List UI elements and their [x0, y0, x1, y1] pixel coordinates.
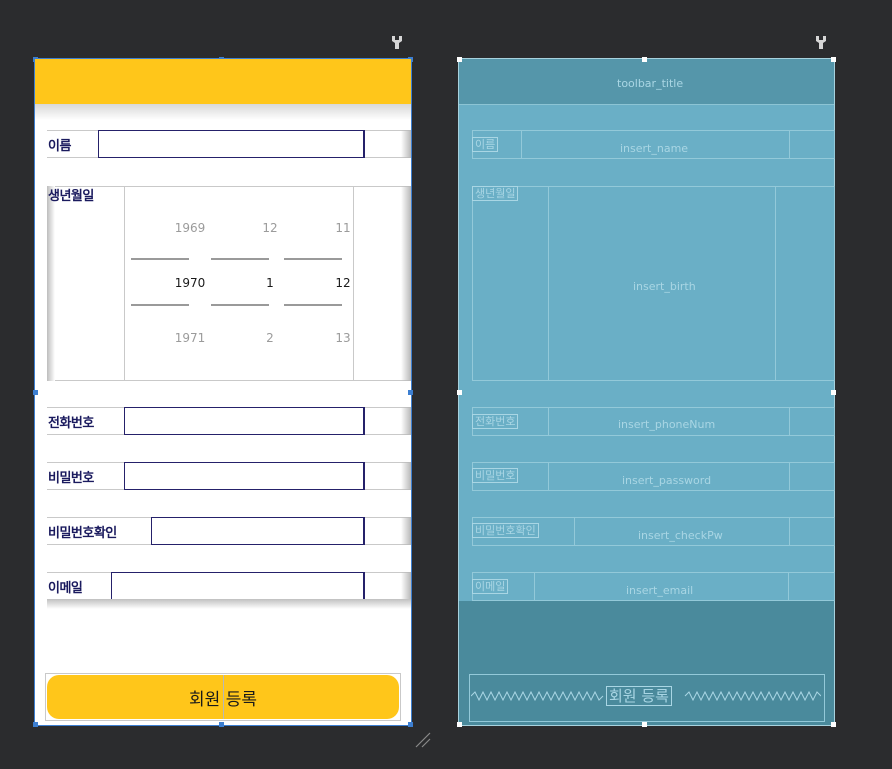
bp-register-label: 회원 등록 [606, 686, 672, 706]
register-button-label: 회원 등록 [189, 689, 257, 710]
month-spinner[interactable]: 12 1 2 [210, 186, 278, 381]
day-current: 12 [335, 276, 351, 290]
design-preview[interactable]: 이름 생년월일 1969 1970 1971 12 1 2 11 12 13 전… [33, 57, 413, 727]
day-spinner[interactable]: 11 12 13 [283, 186, 351, 381]
bp-birth-id: insert_birth [633, 280, 696, 293]
name-row: 이름 [47, 130, 411, 158]
day-prev: 11 [335, 221, 351, 235]
email-row: 이메일 [47, 572, 411, 600]
check-password-input[interactable] [151, 517, 365, 545]
password-label: 비밀번호 [48, 471, 94, 486]
check-password-label: 비밀번호확인 [48, 526, 117, 541]
blueprint-toolbar: toolbar_title [459, 59, 834, 105]
bp-password-label: 비밀번호 [472, 468, 519, 483]
year-spinner[interactable]: 1969 1970 1971 [130, 186, 205, 381]
email-label: 이메일 [48, 581, 83, 596]
resize-handle-icon[interactable] [414, 731, 432, 749]
phone-row: 전화번호 [47, 407, 411, 435]
bp-phone-label: 전화번호 [472, 414, 519, 429]
bp-name-label: 이름 [472, 137, 499, 152]
selection-handle[interactable] [831, 57, 836, 62]
selection-handle[interactable] [408, 722, 413, 727]
bp-check-password-label: 비밀번호확인 [472, 523, 539, 538]
name-input[interactable] [98, 130, 365, 158]
phone-label: 전화번호 [48, 416, 94, 431]
bp-password-id: insert_password [622, 474, 712, 487]
pin-icon[interactable] [391, 35, 403, 49]
bp-email-id: insert_email [626, 584, 694, 597]
selection-handle[interactable] [457, 722, 462, 727]
selection-handle[interactable] [831, 390, 836, 395]
selection-handle[interactable] [457, 57, 462, 62]
selection-handle[interactable] [408, 390, 413, 395]
register-button-frame: 회원 등록 [45, 673, 401, 721]
blueprint-preview[interactable]: toolbar_title 이름 insert_name 생년월일 insert… [457, 57, 836, 727]
selection-handle[interactable] [33, 390, 38, 395]
selection-handle[interactable] [457, 390, 462, 395]
bp-name-id: insert_name [620, 142, 689, 155]
phone-input[interactable] [124, 407, 365, 435]
form-shadow [47, 599, 411, 609]
selection-handle[interactable] [219, 722, 224, 727]
password-row: 비밀번호 [47, 462, 411, 490]
pin-icon[interactable] [815, 35, 827, 49]
check-password-row: 비밀번호확인 [47, 517, 411, 545]
date-picker[interactable]: 1969 1970 1971 12 1 2 11 12 13 [124, 186, 354, 381]
birth-row: 생년월일 1969 1970 1971 12 1 2 11 12 13 [47, 186, 411, 381]
toolbar-shadow [35, 104, 411, 120]
email-input[interactable] [111, 572, 365, 600]
birth-label: 생년월일 [48, 189, 94, 204]
bp-phone-id: insert_phoneNum [618, 418, 716, 431]
bp-check-password-id: insert_checkPw [638, 529, 723, 542]
selection-handle[interactable] [831, 722, 836, 727]
day-next: 13 [335, 331, 351, 345]
toolbar [35, 59, 411, 104]
selection-handle[interactable] [642, 722, 647, 727]
selection-handle[interactable] [642, 57, 647, 62]
name-label: 이름 [48, 139, 71, 154]
password-input[interactable] [124, 462, 365, 490]
toolbar-title-id: toolbar_title [617, 77, 684, 90]
bp-email-label: 이메일 [472, 579, 509, 594]
register-button[interactable]: 회원 등록 [47, 675, 399, 719]
bp-birth-label: 생년월일 [472, 186, 519, 201]
selection-handle[interactable] [33, 722, 38, 727]
